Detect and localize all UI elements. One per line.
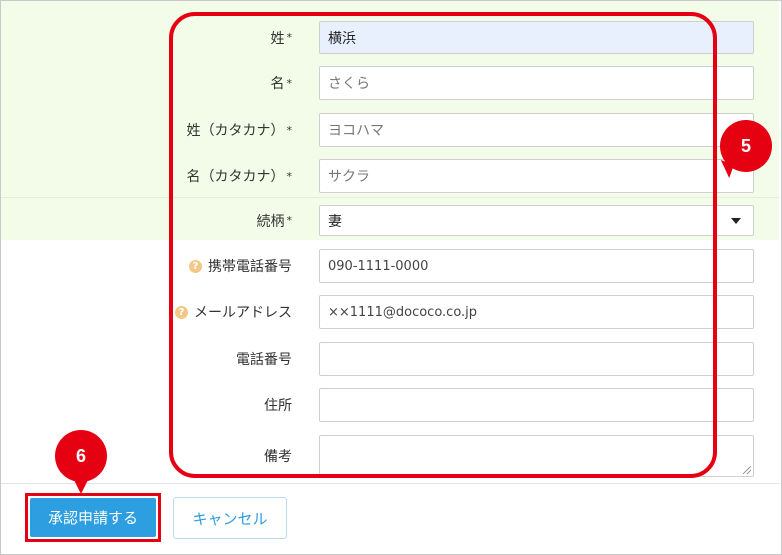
email-input[interactable]: ××1111@dococo.co.jp	[319, 295, 754, 329]
label-first-name-kana: 名（カタカナ） *	[186, 169, 293, 185]
required-mark: *	[286, 76, 293, 90]
first-name-placeholder: さくら	[328, 76, 370, 92]
row-last-name-kana: 姓（カタカナ） * ヨコハマ	[170, 113, 770, 147]
label-first-name: 名 *	[270, 76, 293, 92]
label-relationship: 続柄 *	[256, 213, 293, 230]
label-notes: 備考	[264, 449, 292, 465]
label-email: ? メールアドレス	[175, 295, 292, 329]
required-mark: *	[286, 214, 293, 227]
required-mark: *	[286, 31, 293, 44]
resize-handle-icon[interactable]	[743, 466, 751, 474]
section-divider	[1, 197, 779, 198]
cancel-button[interactable]: キャンセル	[173, 497, 287, 539]
label-last-name-kana: 姓（カタカナ） *	[186, 123, 293, 139]
relationship-select[interactable]: 妻	[319, 205, 754, 236]
label-address: 住所	[264, 398, 292, 414]
first-name-input[interactable]: さくら	[319, 66, 754, 100]
label-last-name: 姓 *	[270, 30, 293, 47]
help-icon[interactable]: ?	[175, 305, 188, 319]
email-placeholder: ××1111@dococo.co.jp	[328, 304, 478, 320]
phone-input[interactable]	[319, 342, 754, 376]
label-mobile: ? 携帯電話番号	[189, 249, 292, 283]
row-address: 住所	[170, 388, 770, 422]
row-first-name-kana: 名（カタカナ） * サクラ	[170, 159, 770, 193]
label-phone: 電話番号	[236, 352, 292, 368]
row-email: ? メールアドレス ××1111@dococo.co.jp	[170, 295, 770, 329]
first-name-kana-placeholder: サクラ	[328, 169, 370, 185]
row-notes: 備考	[170, 435, 770, 477]
last-name-kana-input[interactable]: ヨコハマ	[319, 113, 754, 147]
mobile-placeholder: 090-1111-0000	[328, 258, 429, 274]
approve-button-highlight: 承認申請する	[25, 493, 161, 542]
notes-textarea[interactable]	[319, 435, 754, 477]
footer-divider	[1, 483, 779, 484]
help-icon[interactable]: ?	[189, 259, 202, 273]
first-name-kana-input[interactable]: サクラ	[319, 159, 754, 193]
row-first-name: 名 * さくら	[170, 66, 770, 100]
caret-down-icon	[731, 217, 741, 224]
row-relationship: 続柄 * 妻	[170, 205, 770, 236]
callout-step-5: 5	[720, 120, 772, 172]
approve-request-button[interactable]: 承認申請する	[30, 498, 156, 537]
required-mark: *	[286, 169, 293, 183]
row-phone: 電話番号	[170, 342, 770, 376]
address-input[interactable]	[319, 388, 754, 422]
required-mark: *	[286, 123, 293, 137]
row-mobile: ? 携帯電話番号 090-1111-0000	[170, 249, 770, 283]
last-name-input[interactable]: 横浜	[319, 21, 754, 54]
callout-step-6: 6	[55, 430, 107, 494]
row-last-name: 姓 * 横浜	[170, 21, 770, 54]
mobile-input[interactable]: 090-1111-0000	[319, 249, 754, 283]
last-name-kana-placeholder: ヨコハマ	[328, 123, 384, 139]
